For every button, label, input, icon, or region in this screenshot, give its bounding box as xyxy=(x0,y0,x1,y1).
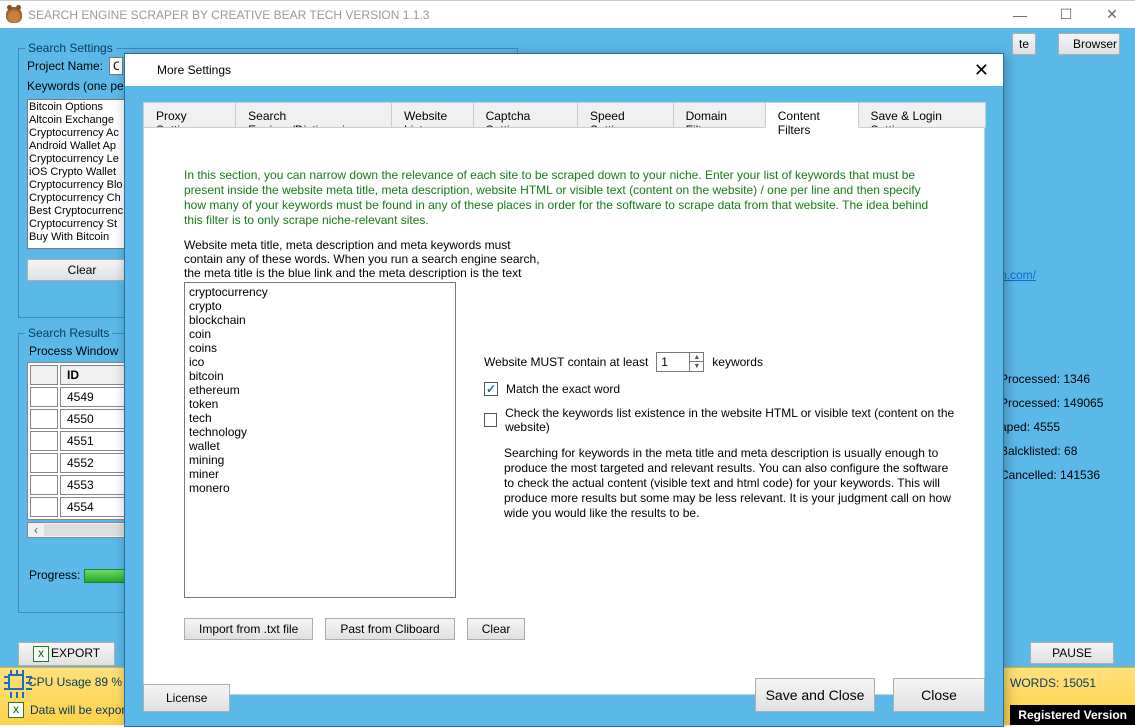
tab-speed-settings[interactable]: Speed Settings xyxy=(577,102,674,128)
stat-processed-a: Processed: 1346 xyxy=(1000,372,1130,386)
section-description: In this section, you can narrow down the… xyxy=(184,168,944,228)
close-button[interactable]: Close xyxy=(893,678,985,712)
more-settings-dialog: More Settings ✕ Proxy SettingsSearch Eng… xyxy=(124,53,1004,727)
window-titlebar: SEARCH ENGINE SCRAPER BY CREATIVE BEAR T… xyxy=(0,0,1135,28)
browser-button[interactable]: Browser xyxy=(1058,33,1120,55)
main-area: te Browser Search Settings Project Name:… xyxy=(0,28,1135,725)
tab-content-filters[interactable]: Content Filters xyxy=(765,102,859,128)
id-header: ID xyxy=(60,365,134,385)
must-contain-label: Website MUST contain at least xyxy=(484,355,648,369)
stat-blacklisted: Balcklisted: 68 xyxy=(1000,444,1130,458)
keyword-item[interactable]: Android Wallet Ap xyxy=(29,140,135,153)
stat-scraped: aped: 4555 xyxy=(1000,420,1130,434)
cpu-usage: CPU Usage 89 % xyxy=(28,675,122,689)
dialog-close-icon[interactable]: ✕ xyxy=(968,60,995,81)
help-paragraph: Searching for keywords in the meta title… xyxy=(504,446,954,521)
license-button[interactable]: License xyxy=(143,684,230,712)
filter-keywords-textarea[interactable] xyxy=(184,282,456,598)
app-icon xyxy=(133,62,149,78)
app-icon xyxy=(6,7,22,23)
excel-icon: X xyxy=(8,702,24,718)
stepper-up-icon[interactable]: ▲ xyxy=(690,353,703,362)
table-row[interactable]: 4549 xyxy=(30,387,134,407)
keyword-item[interactable]: Cryptocurrency Ac xyxy=(29,127,135,140)
tab-save-login-settings[interactable]: Save & Login Settings xyxy=(858,102,987,128)
settings-tabs: Proxy SettingsSearch Engines/Dictionarie… xyxy=(143,102,985,128)
scroll-left-icon[interactable]: ‹ xyxy=(28,523,44,537)
table-row[interactable]: 4552 xyxy=(30,453,134,473)
url-link[interactable]: h.com/ xyxy=(1000,268,1036,282)
content-filters-panel: In this section, you can narrow down the… xyxy=(143,127,985,695)
clear-keywords-button[interactable]: Clear xyxy=(467,618,526,640)
tab-website-list[interactable]: Website List xyxy=(391,102,474,128)
match-exact-checkbox[interactable]: ✓ xyxy=(484,382,498,396)
keyword-item[interactable]: Buy With Bitcoin xyxy=(29,231,135,244)
keyword-item[interactable]: Bitcoin Options xyxy=(29,101,135,114)
tab-search-engines-dictionaries[interactable]: Search Engines/Dictionaries xyxy=(235,102,392,128)
dialog-header[interactable]: More Settings ✕ xyxy=(125,54,1003,86)
cpu-icon xyxy=(8,674,24,690)
words-count: WORDS: 15051 xyxy=(1010,676,1096,690)
main-keywords-list[interactable]: Bitcoin OptionsAltcoin ExchangeCryptocur… xyxy=(27,99,137,249)
right-stats: h.com/ Processed: 1346 Processed: 149065… xyxy=(1000,88,1130,492)
keyword-count-stepper[interactable]: ▲▼ xyxy=(656,352,704,372)
search-results-legend: Search Results xyxy=(25,326,112,340)
keyword-item[interactable]: Cryptocurrency St xyxy=(29,218,135,231)
tab-domain-filters[interactable]: Domain Filters xyxy=(673,102,766,128)
dialog-title: More Settings xyxy=(157,63,231,77)
keyword-item[interactable]: Cryptocurrency Blo xyxy=(29,179,135,192)
export-button[interactable]: XEXPORT xyxy=(18,642,115,666)
window-maximize-button[interactable]: ☐ xyxy=(1043,1,1089,29)
check-html-label: Check the keywords list existence in the… xyxy=(505,406,964,434)
window-minimize-button[interactable]: — xyxy=(997,1,1043,29)
project-name-label: Project Name: xyxy=(27,59,103,73)
window-title: SEARCH ENGINE SCRAPER BY CREATIVE BEAR T… xyxy=(28,8,429,22)
table-row[interactable]: 4551 xyxy=(30,431,134,451)
main-clear-button[interactable]: Clear xyxy=(27,259,137,281)
save-and-close-button[interactable]: Save and Close xyxy=(755,678,875,712)
keyword-count-input[interactable] xyxy=(657,355,689,369)
stat-processed-b: Processed: 149065 xyxy=(1000,396,1130,410)
import-txt-button[interactable]: Import from .txt file xyxy=(184,618,313,640)
table-row[interactable]: 4554 xyxy=(30,497,134,517)
keyword-item[interactable]: iOS Crypto Wallet xyxy=(29,166,135,179)
table-row[interactable]: 4550 xyxy=(30,409,134,429)
stepper-down-icon[interactable]: ▼ xyxy=(690,362,703,371)
check-html-checkbox[interactable] xyxy=(484,413,497,427)
tab-proxy-settings[interactable]: Proxy Settings xyxy=(143,102,236,128)
window-close-button[interactable]: ✕ xyxy=(1089,1,1135,29)
keyword-item[interactable]: Best Cryptocurrenc xyxy=(29,205,135,218)
id-table[interactable]: ID 454945504551455245534554 xyxy=(27,362,137,520)
pause-button[interactable]: PAUSE xyxy=(1030,642,1114,664)
excel-icon: X xyxy=(33,646,49,662)
registered-badge: Registered Version xyxy=(1010,705,1135,725)
keyword-item[interactable]: Cryptocurrency Le xyxy=(29,153,135,166)
table-hscroll[interactable]: ‹ xyxy=(27,522,137,538)
paste-clipboard-button[interactable]: Past from Cliboard xyxy=(325,618,454,640)
project-name-input[interactable] xyxy=(109,57,123,75)
progress-label: Progress: xyxy=(29,568,80,582)
stat-cancelled: Cancelled: 141536 xyxy=(1000,468,1130,482)
keywords-suffix: keywords xyxy=(712,355,763,369)
match-exact-label: Match the exact word xyxy=(506,382,620,396)
tab-captcha-settings[interactable]: Captcha Settings xyxy=(473,102,578,128)
table-row[interactable]: 4553 xyxy=(30,475,134,495)
keyword-item[interactable]: Altcoin Exchange xyxy=(29,114,135,127)
keyword-item[interactable]: Cryptocurrency Ch xyxy=(29,192,135,205)
search-settings-legend: Search Settings xyxy=(25,41,116,55)
te-button[interactable]: te xyxy=(1012,33,1036,55)
keywords-label: Keywords (one pe xyxy=(27,79,124,93)
